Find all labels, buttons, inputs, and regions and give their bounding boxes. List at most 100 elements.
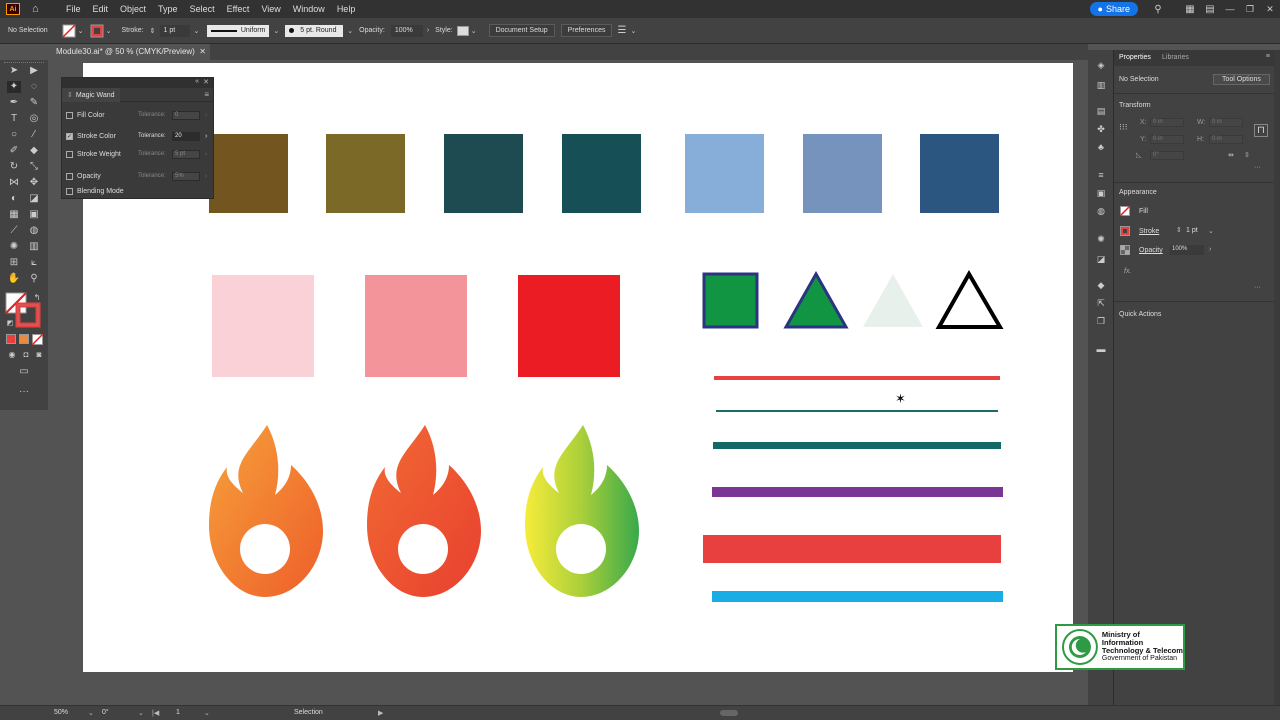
none-mode-icon[interactable]: [32, 334, 43, 345]
weight-tolerance-field[interactable]: 5 pt: [172, 149, 200, 159]
close-window-button[interactable]: ✕: [1260, 4, 1280, 15]
arrange-icon[interactable]: ☰: [617, 25, 626, 36]
y-field[interactable]: 0 in: [1150, 135, 1184, 144]
menu-select[interactable]: Select: [184, 4, 221, 14]
flame-orange[interactable]: [209, 425, 323, 597]
arrange-documents-icon[interactable]: ▦: [1180, 4, 1200, 15]
arrange-dropdown-icon[interactable]: ⌄: [630, 27, 636, 35]
swatch-square-3[interactable]: [444, 134, 523, 213]
red-square[interactable]: [518, 275, 620, 377]
lasso-tool-icon[interactable]: ◌: [27, 81, 41, 93]
fill-dropdown-icon[interactable]: ⌄: [78, 27, 84, 35]
draw-inside-icon[interactable]: ◙: [32, 349, 46, 361]
swatch-square-2[interactable]: [326, 134, 405, 213]
libraries-panel-icon[interactable]: ▥: [1094, 80, 1108, 92]
vertical-scrollbar[interactable]: [1274, 50, 1280, 705]
screen-mode-icon[interactable]: ▭: [17, 366, 31, 378]
pink-square-medium[interactable]: [365, 275, 467, 377]
restore-button[interactable]: ❐: [1240, 4, 1260, 15]
tool-options-button[interactable]: Tool Options: [1213, 74, 1270, 85]
flip-horizontal-icon[interactable]: ⇹: [1228, 151, 1234, 159]
first-artboard-icon[interactable]: |◀: [152, 709, 159, 717]
menu-window[interactable]: Window: [287, 4, 331, 14]
horizontal-scroll-thumb[interactable]: [720, 710, 738, 716]
pale-triangle[interactable]: [863, 274, 923, 327]
preferences-button[interactable]: Preferences: [560, 24, 613, 37]
default-fill-stroke-icon[interactable]: ◩: [3, 318, 17, 330]
menu-view[interactable]: View: [255, 4, 286, 14]
brush-dropdown-icon[interactable]: ⌄: [347, 27, 353, 35]
line-teal-medium[interactable]: [713, 442, 1001, 449]
line-red-thick[interactable]: [703, 535, 1001, 563]
curvature-tool-icon[interactable]: ✎: [27, 97, 41, 109]
document-tab[interactable]: Module30.ai* @ 50 % (CMYK/Preview) ✕: [52, 44, 210, 60]
reference-point-icon[interactable]: ⁝⁝⁝: [1119, 122, 1128, 133]
opacity-tolerance-field[interactable]: 5%: [172, 171, 200, 181]
direct-selection-tool-icon[interactable]: ▶: [27, 65, 41, 77]
menu-edit[interactable]: Edit: [87, 4, 115, 14]
symbol-sprayer-tool-icon[interactable]: ✺: [7, 241, 21, 253]
rotate-field[interactable]: 0°: [1150, 151, 1184, 160]
props-stroke-dropdown-icon[interactable]: ⌄: [1208, 227, 1214, 235]
share-button[interactable]: ● Share: [1089, 2, 1138, 16]
menu-effect[interactable]: Effect: [221, 4, 256, 14]
eyedropper-tool-icon[interactable]: ⟋: [7, 225, 21, 237]
fill-color-checkbox[interactable]: [66, 111, 73, 119]
properties-menu-icon[interactable]: ≡: [1266, 53, 1270, 60]
h-field[interactable]: 0 in: [1209, 135, 1243, 144]
fill-tolerance-arrow-icon[interactable]: ›: [205, 112, 207, 119]
paintbrush-tool-icon[interactable]: ⁄: [27, 129, 41, 141]
stroke-swatch-props[interactable]: [1120, 226, 1130, 236]
style-dropdown-icon[interactable]: ⌄: [471, 27, 477, 35]
menu-object[interactable]: Object: [114, 4, 152, 14]
stroke-swatch[interactable]: [90, 24, 104, 38]
stroke-panel-icon[interactable]: ≡: [1094, 170, 1108, 182]
spiral-tool-icon[interactable]: ◎: [27, 113, 41, 125]
brush-definition[interactable]: 5 pt. Round: [285, 24, 344, 37]
brushes-panel-icon[interactable]: ✤: [1094, 124, 1108, 136]
stroke-dropdown-icon[interactable]: ⌄: [106, 27, 112, 35]
flame-red-orange[interactable]: [367, 425, 481, 597]
layers-panel-icon[interactable]: ◆: [1094, 280, 1108, 292]
minimize-button[interactable]: —: [1220, 4, 1240, 14]
column-graph-tool-icon[interactable]: ▥: [27, 241, 41, 253]
rotation-value[interactable]: 0°: [102, 709, 109, 716]
ellipse-tool-icon[interactable]: ○: [7, 129, 21, 141]
opacity-tolerance-arrow-icon[interactable]: ›: [205, 173, 207, 180]
live-paint-tool-icon[interactable]: ◪: [27, 193, 41, 205]
variable-width-profile[interactable]: Uniform: [207, 24, 270, 37]
swatch-square-1[interactable]: [209, 134, 288, 213]
pink-square-light[interactable]: [212, 275, 314, 377]
zoom-level[interactable]: 50%: [54, 709, 68, 716]
rotation-dropdown-icon[interactable]: ⌄: [138, 709, 144, 717]
fx-button[interactable]: fx.: [1124, 268, 1131, 275]
x-field[interactable]: 0 in: [1150, 118, 1184, 127]
magic-wand-tab[interactable]: ⇕ Magic Wand: [62, 88, 120, 102]
panel-header[interactable]: « ✕: [62, 78, 213, 88]
type-tool-icon[interactable]: T: [7, 113, 21, 125]
style-swatch[interactable]: [456, 25, 469, 36]
menu-type[interactable]: Type: [152, 4, 184, 14]
search-icon[interactable]: ⚲: [1148, 4, 1168, 15]
stroke-weight-stepper-icon[interactable]: ⇕: [1176, 226, 1182, 234]
home-icon[interactable]: ⌂: [32, 3, 46, 15]
opacity-checkbox[interactable]: [66, 172, 73, 180]
green-stroked-triangle[interactable]: [783, 270, 849, 329]
zoom-dropdown-icon[interactable]: ⌄: [88, 709, 94, 717]
fill-swatch-props[interactable]: [1120, 206, 1130, 216]
artboard[interactable]: ✶: [83, 63, 1073, 672]
fill-tolerance-field[interactable]: 0: [172, 110, 200, 120]
transparency-panel-icon[interactable]: ◍: [1094, 206, 1108, 218]
fill-swatch[interactable]: [62, 23, 76, 38]
green-stroked-square[interactable]: [702, 272, 759, 329]
status-arrow-icon[interactable]: ▶: [378, 709, 383, 717]
outline-triangle[interactable]: [935, 269, 1004, 329]
props-stroke-weight[interactable]: 1 pt: [1186, 227, 1198, 234]
selection-tool-icon[interactable]: ➤: [7, 65, 21, 77]
edit-toolbar-icon[interactable]: ···: [17, 386, 31, 398]
collapse-panel-icon[interactable]: «: [195, 78, 199, 85]
stroke-label-link[interactable]: Stroke: [1139, 228, 1159, 235]
line-red-thin[interactable]: [714, 376, 1000, 380]
weight-tolerance-arrow-icon[interactable]: ›: [205, 151, 207, 158]
panel-menu-icon[interactable]: ≡: [204, 90, 209, 99]
